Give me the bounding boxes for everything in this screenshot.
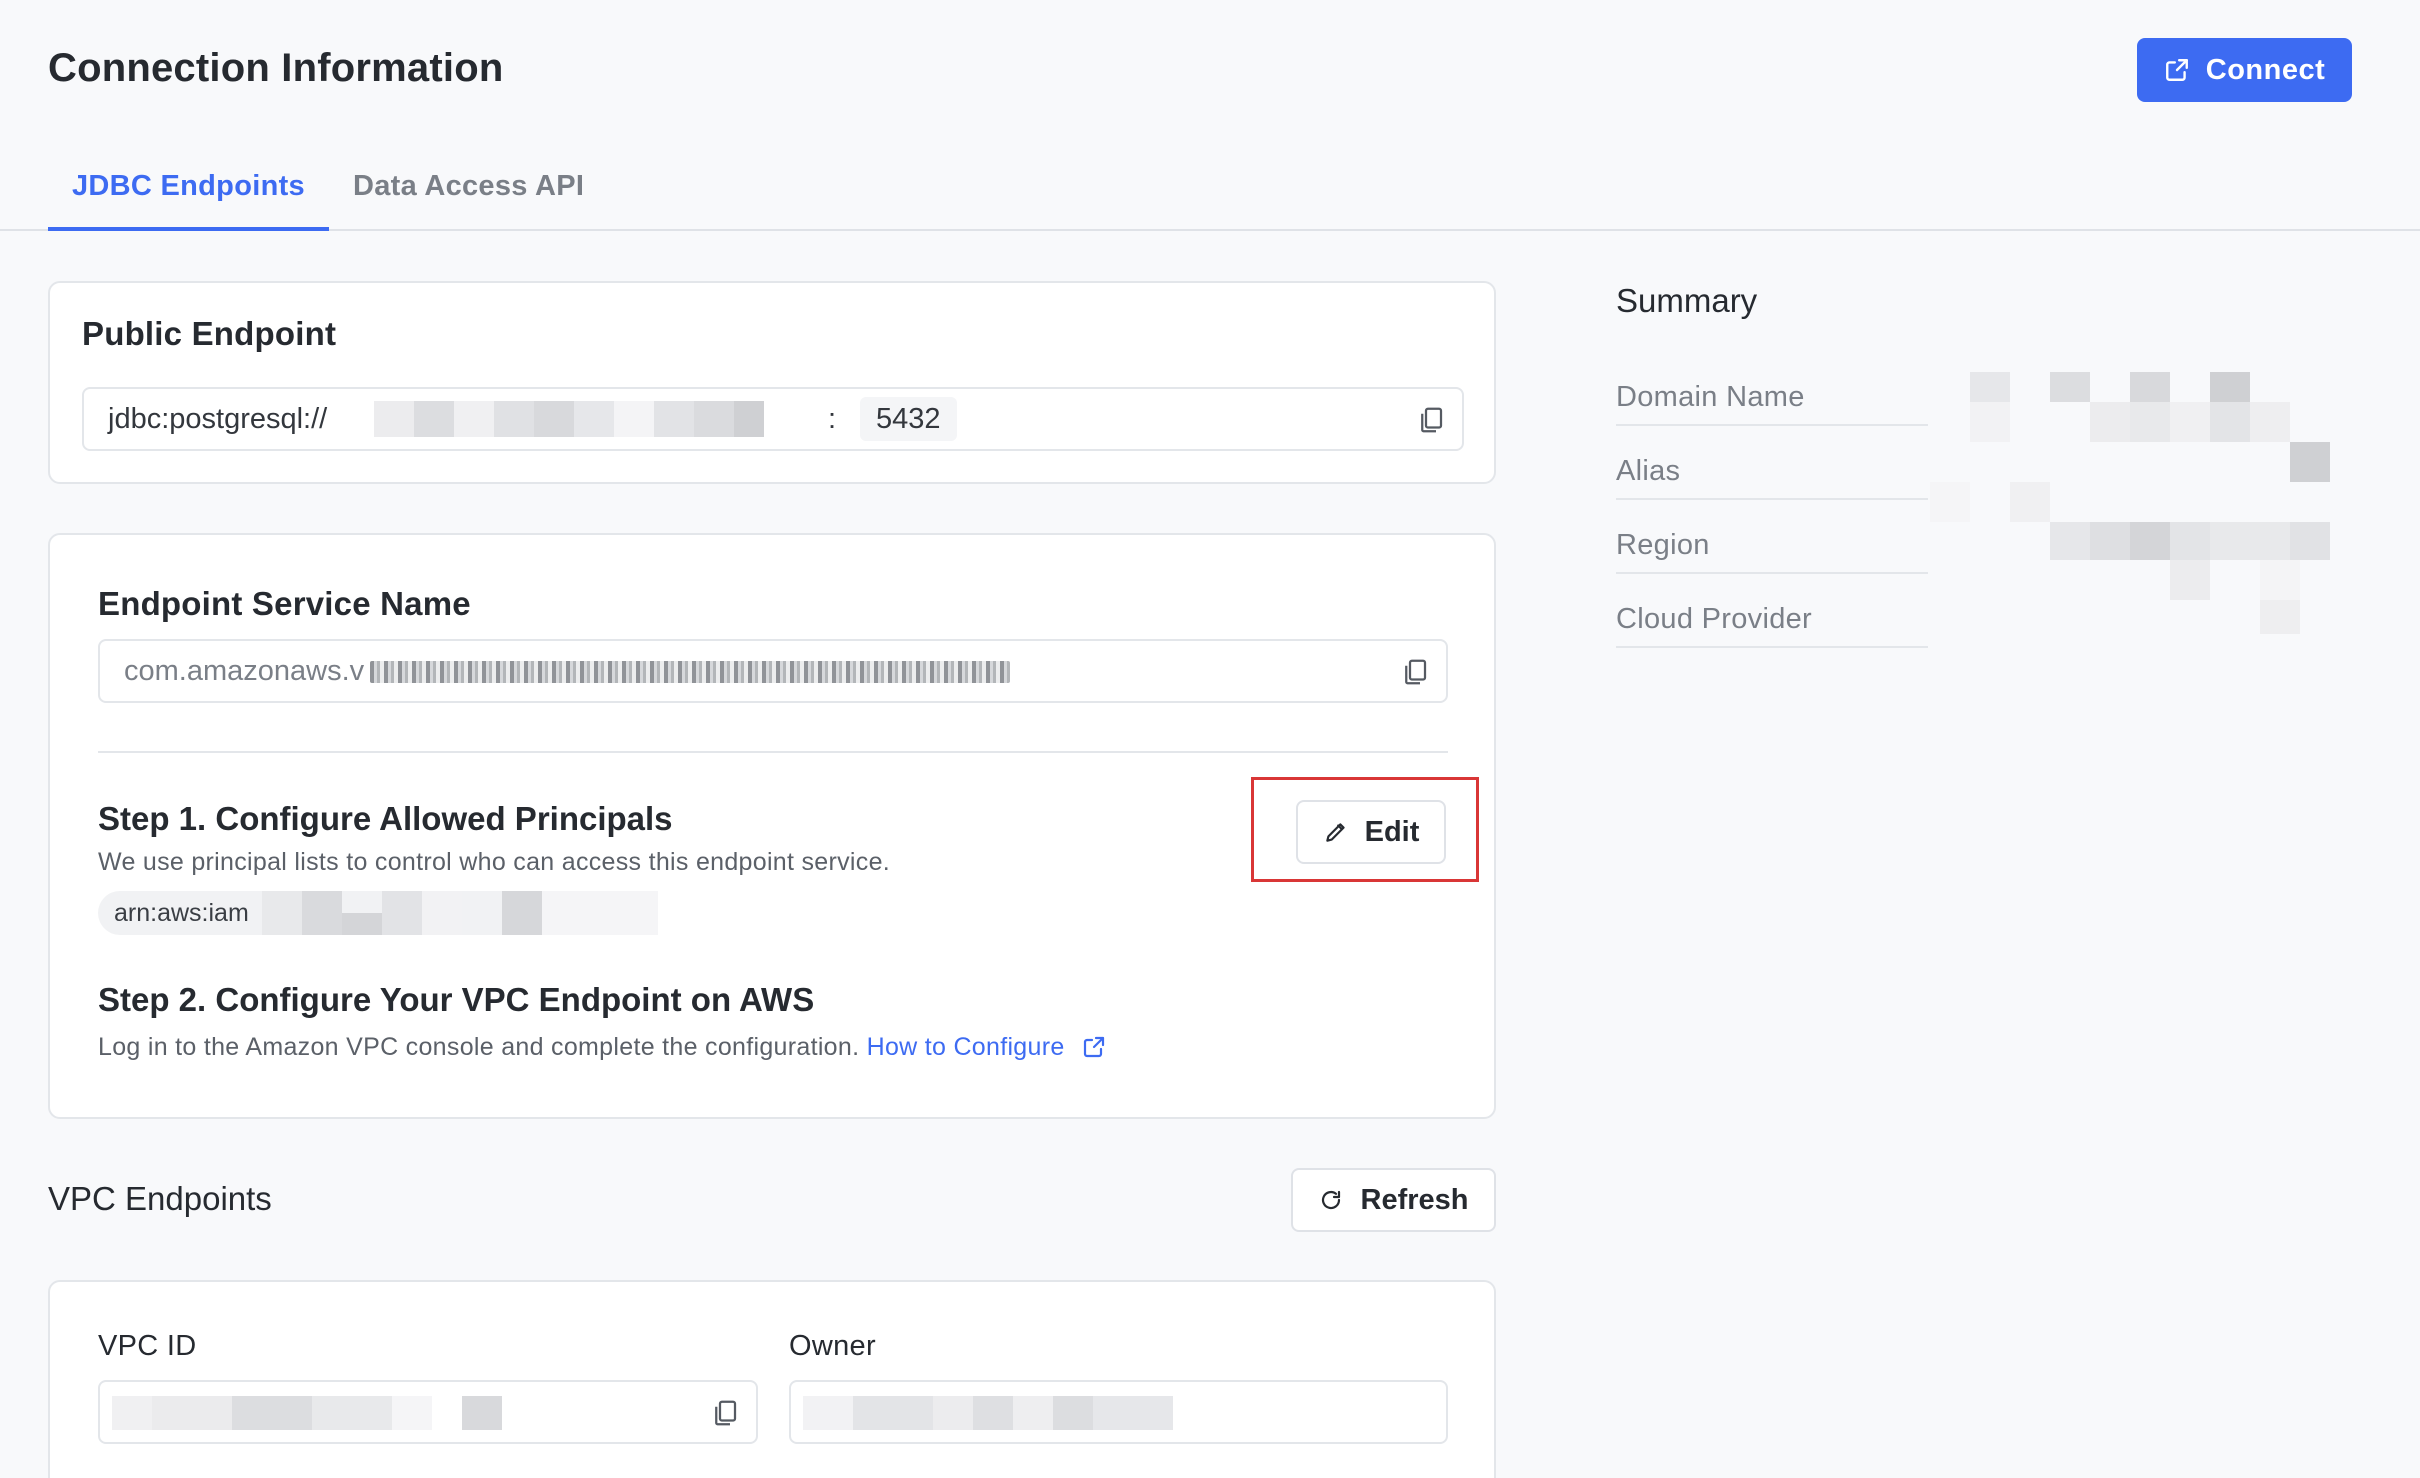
copy-icon[interactable]	[1416, 405, 1446, 435]
vpc-id-label: VPC ID	[98, 1330, 197, 1362]
step2-description: Log in to the Amazon VPC console and com…	[98, 1033, 1106, 1062]
endpoint-service-field[interactable]: com.amazonaws.v	[98, 639, 1448, 703]
principal-arn-chip: arn:aws:iam	[98, 891, 658, 935]
refresh-button[interactable]: Refresh	[1291, 1168, 1496, 1232]
section-divider	[98, 751, 1448, 753]
owner-field[interactable]	[789, 1380, 1448, 1444]
connect-button-label: Connect	[2205, 53, 2326, 86]
summary-label: Region	[1616, 529, 1710, 561]
external-link-icon	[1083, 1036, 1104, 1058]
page-title: Connection Information	[48, 46, 504, 90]
summary-label: Cloud Provider	[1616, 603, 1813, 635]
endpoint-service-value: com.amazonaws.v	[124, 654, 365, 687]
external-link-icon	[2165, 59, 2188, 81]
redacted-host	[374, 401, 764, 437]
refresh-icon	[1321, 1190, 1340, 1210]
arn-prefix: arn:aws:iam	[114, 898, 249, 927]
vpc-endpoint-card: VPC ID Owner	[48, 1280, 1496, 1478]
step2-description-text: Log in to the Amazon VPC console and com…	[98, 1033, 860, 1061]
redacted-summary-values	[1930, 372, 2370, 648]
redacted-vpc-id	[112, 1396, 502, 1430]
redacted-service-name	[370, 661, 1010, 683]
public-endpoint-title: Public Endpoint	[82, 315, 337, 352]
jdbc-prefix: jdbc:postgresql://	[108, 402, 328, 435]
step1-description: We use principal lists to control who ca…	[98, 848, 891, 876]
copy-icon[interactable]	[710, 1398, 740, 1428]
tab-bar: JDBC Endpoints Data Access API	[48, 150, 608, 231]
tab-jdbc-endpoints[interactable]: JDBC Endpoints	[48, 150, 329, 231]
owner-label: Owner	[789, 1330, 876, 1362]
public-endpoint-field[interactable]: jdbc:postgresql:// : 5432	[82, 387, 1464, 451]
how-to-configure-link[interactable]: How to Configure	[867, 1033, 1106, 1061]
tab-data-access-api[interactable]: Data Access API	[329, 150, 608, 231]
edit-principals-button[interactable]: Edit	[1296, 800, 1446, 864]
vpc-id-field[interactable]	[98, 1380, 758, 1444]
pencil-icon	[1325, 823, 1345, 842]
public-endpoint-card: Public Endpoint jdbc:postgresql:// : 543…	[48, 281, 1496, 484]
refresh-button-label: Refresh	[1360, 1183, 1469, 1216]
step2-title: Step 2. Configure Your VPC Endpoint on A…	[98, 981, 815, 1018]
summary-title: Summary	[1616, 282, 1758, 319]
port-value: 5432	[860, 397, 957, 441]
summary-row-region: Region	[1616, 500, 1928, 574]
summary-row-cloud-provider: Cloud Provider	[1616, 574, 1928, 648]
copy-icon[interactable]	[1400, 657, 1430, 687]
edit-button-label: Edit	[1364, 815, 1420, 848]
endpoint-service-title: Endpoint Service Name	[98, 585, 471, 622]
redacted-arn	[262, 891, 658, 935]
redacted-owner	[803, 1396, 1193, 1430]
summary-row-domain-name: Domain Name	[1616, 352, 1928, 426]
connect-button[interactable]: Connect	[2137, 38, 2352, 102]
summary-row-alias: Alias	[1616, 426, 1928, 500]
host-port-separator: :	[828, 402, 837, 435]
summary-label: Domain Name	[1616, 381, 1805, 413]
page-header: Connection Information Connect JDBC Endp…	[0, 0, 2420, 231]
step1-title: Step 1. Configure Allowed Principals	[98, 800, 673, 837]
vpc-endpoints-title: VPC Endpoints	[48, 1180, 272, 1217]
how-to-configure-label: How to Configure	[866, 1033, 1065, 1061]
summary-label: Alias	[1616, 455, 1681, 487]
